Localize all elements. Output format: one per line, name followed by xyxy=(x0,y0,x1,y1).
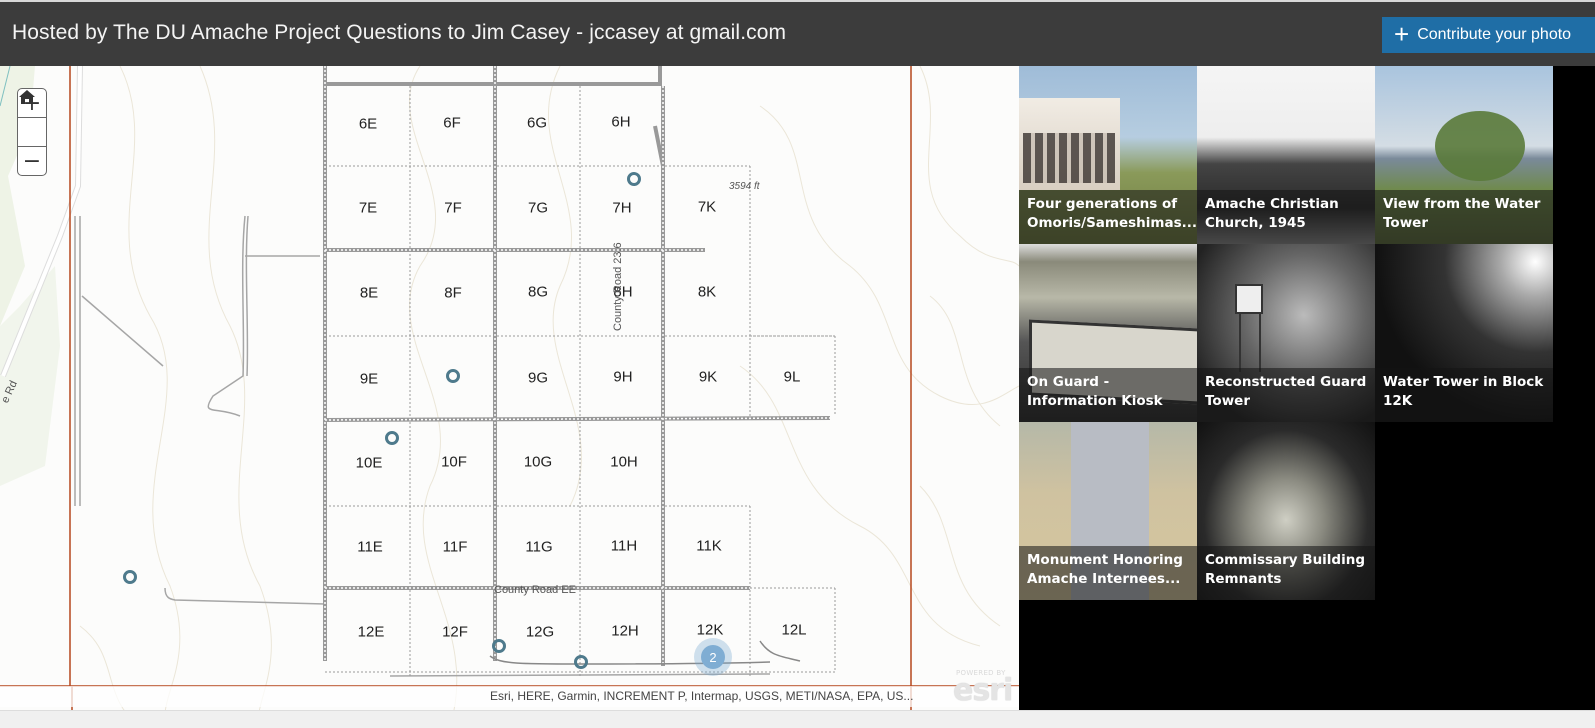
plus-icon: + xyxy=(1394,18,1410,49)
tile-caption: Monument Honoring Amache Internees... xyxy=(1019,546,1197,600)
block-label: 11E xyxy=(357,538,383,556)
contribute-photo-button[interactable]: + Contribute your photo xyxy=(1382,17,1595,53)
gallery-tile[interactable]: Monument Honoring Amache Internees... xyxy=(1019,422,1197,600)
road-label-county-road-ee: County Road EE xyxy=(494,584,576,596)
gallery-tile[interactable]: Amache Christian Church, 1945 xyxy=(1197,66,1375,244)
logo-esri: esri xyxy=(953,673,1013,708)
block-label: 12E xyxy=(357,623,385,641)
contribute-label: Contribute your photo xyxy=(1417,26,1572,43)
photo-point-marker[interactable] xyxy=(627,172,641,186)
block-label: 9E xyxy=(359,370,379,388)
block-label: 10F xyxy=(441,453,467,471)
inset-photo xyxy=(1019,98,1120,190)
photo-point-marker[interactable] xyxy=(123,570,137,584)
block-label: 8K xyxy=(697,283,717,301)
block-label: 9K xyxy=(698,368,718,386)
cluster-count: 2 xyxy=(701,645,725,669)
tile-caption: Commissary Building Remnants xyxy=(1197,546,1375,600)
block-label: 8G xyxy=(527,283,549,301)
block-label: 8F xyxy=(444,284,462,302)
tile-caption: Four generations of Omoris/Sameshimas... xyxy=(1019,190,1197,244)
block-label: 11K xyxy=(696,537,722,555)
photo-point-marker[interactable] xyxy=(574,655,588,669)
photo-gallery: Four generations of Omoris/Sameshimas...… xyxy=(1019,66,1595,710)
block-label: 12F xyxy=(442,623,468,641)
block-label: 8E xyxy=(359,284,379,302)
attribution-text: Esri, HERE, Garmin, INCREMENT P, Interma… xyxy=(490,689,914,703)
block-label: 7F xyxy=(444,199,462,217)
page-title: Hosted by The DU Amache Project Question… xyxy=(12,21,787,44)
gallery-scrollbar[interactable] xyxy=(1553,66,1595,710)
zoom-out-button[interactable]: − xyxy=(18,147,46,176)
gallery-tile[interactable]: Commissary Building Remnants xyxy=(1197,422,1375,600)
block-label: 11G xyxy=(525,538,553,556)
bottom-strip xyxy=(0,710,1595,728)
road-label-county-road-23-6: County Road 23.6 xyxy=(612,242,624,331)
gallery-tile[interactable]: Reconstructed Guard Tower xyxy=(1197,244,1375,422)
block-label: 6G xyxy=(526,114,548,132)
block-label: 7H xyxy=(612,199,632,217)
block-label: 10H xyxy=(610,453,638,471)
photo-point-marker[interactable] xyxy=(385,431,399,445)
header-bar: Hosted by The DU Amache Project Question… xyxy=(0,0,1595,66)
home-icon xyxy=(19,90,35,104)
home-button[interactable] xyxy=(18,90,46,147)
photo-point-marker[interactable] xyxy=(446,369,460,383)
zoom-control: + − xyxy=(17,88,47,176)
gallery-tile[interactable]: Water Tower in Block 12K xyxy=(1375,244,1553,422)
roads xyxy=(74,215,771,677)
camp-roads xyxy=(323,66,831,666)
block-label: 7G xyxy=(527,199,549,217)
map-attribution: Esri, HERE, Garmin, INCREMENT P, Interma… xyxy=(0,686,1019,707)
tile-caption: Water Tower in Block 12K xyxy=(1375,368,1553,422)
tile-caption: View from the Water Tower xyxy=(1375,190,1553,244)
block-label: 6H xyxy=(611,113,631,131)
block-label: 12G xyxy=(525,623,555,641)
block-label: 12K xyxy=(696,621,724,639)
block-label: 6E xyxy=(358,115,378,133)
block-label: 9H xyxy=(613,368,633,386)
block-label: 10G xyxy=(523,453,553,471)
block-label: 12H xyxy=(611,622,639,640)
block-label: 12L xyxy=(781,621,807,639)
block-label: 11F xyxy=(442,538,468,556)
map-basemap xyxy=(0,66,1019,727)
block-label: 7K xyxy=(697,198,717,216)
block-label: 9L xyxy=(783,368,801,386)
tile-caption: Amache Christian Church, 1945 xyxy=(1197,190,1375,244)
map-view[interactable]: + − 6E 6F 6G 6H 7E 7F 7G 7H 7K 8E 8F 8G … xyxy=(0,66,1019,727)
tile-caption: Reconstructed Guard Tower xyxy=(1197,368,1375,422)
gallery-tile[interactable]: On Guard - Information Kiosk xyxy=(1019,244,1197,422)
elevation-label: 3594 ft xyxy=(729,181,760,192)
tile-caption: On Guard - Information Kiosk xyxy=(1019,368,1197,422)
gallery-tile[interactable]: Four generations of Omoris/Sameshimas... xyxy=(1019,66,1197,244)
photo-cluster-marker[interactable]: 2 xyxy=(694,638,732,676)
block-label: 9G xyxy=(527,369,549,387)
photo-point-marker[interactable] xyxy=(492,639,506,653)
block-label: 7E xyxy=(358,199,378,217)
block-label: 11H xyxy=(610,537,638,555)
block-label: 6F xyxy=(443,114,461,132)
gallery-tile[interactable]: View from the Water Tower xyxy=(1375,66,1553,244)
block-label: 10E xyxy=(355,454,383,472)
